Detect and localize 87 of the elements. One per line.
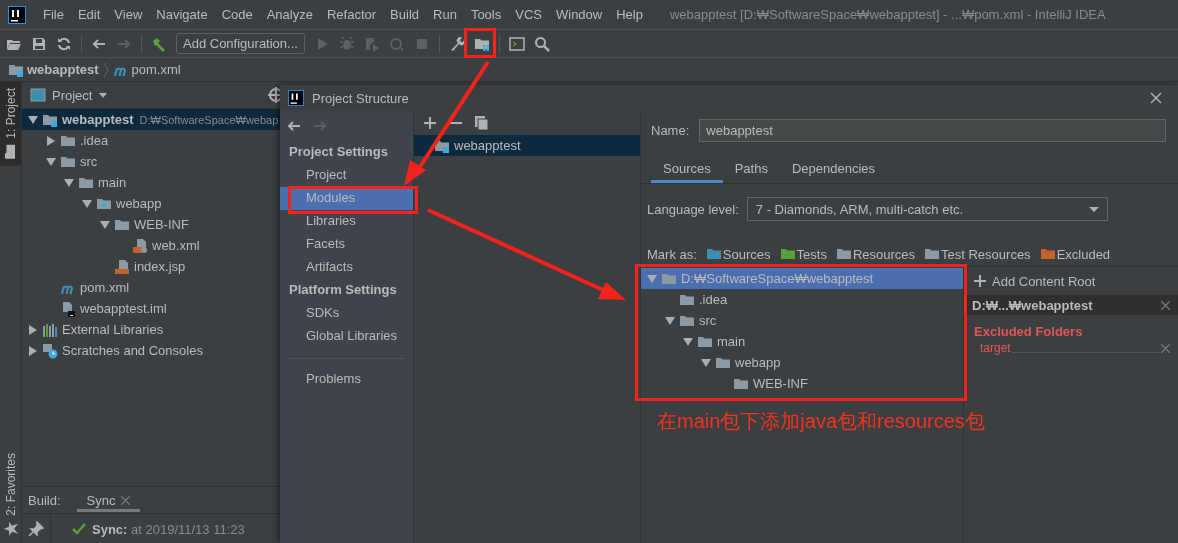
menu-item[interactable]: Navigate <box>149 7 215 22</box>
expand-arrow-icon[interactable] <box>28 114 38 125</box>
save-icon[interactable] <box>31 35 47 52</box>
menu-item[interactable]: Build <box>383 7 426 22</box>
check-icon <box>71 521 87 537</box>
annotation-text: 在main包下添加java包和resources包 <box>657 409 985 434</box>
menu-item[interactable]: View <box>107 7 150 22</box>
sync-tab[interactable]: Sync <box>76 488 141 512</box>
file-icon <box>114 258 130 275</box>
mark-as-button[interactable]: Sources <box>705 246 771 262</box>
caret-icon[interactable] <box>98 90 109 100</box>
close-icon[interactable] <box>1161 300 1170 310</box>
menu-item[interactable]: Code <box>214 7 260 22</box>
collapse-arrow-icon[interactable] <box>28 345 38 356</box>
expand-arrow-icon[interactable] <box>683 336 693 347</box>
highlight-frame <box>464 28 496 58</box>
tree-item[interactable]: WEB-INF <box>641 373 963 394</box>
tab[interactable]: Paths <box>722 155 780 183</box>
build-label: Build: <box>28 492 61 508</box>
favorites-tool-tab[interactable]: 2: Favorites <box>2 447 19 543</box>
copy-icon[interactable] <box>474 115 490 131</box>
dialog-title: Project Structure <box>312 90 409 106</box>
add-icon[interactable] <box>422 115 438 131</box>
sync-icon[interactable] <box>56 35 72 52</box>
build-icon[interactable] <box>151 35 167 52</box>
tree-item[interactable]: src <box>641 310 963 331</box>
breadcrumb[interactable]: webapptest <box>8 61 99 78</box>
window-title: webapptest [D:₩SoftwareSpace₩webapptest] - ...₩pom.xml - IntelliJ IDEA <box>669 7 1106 22</box>
content-root-path: D:₩...₩webapptest <box>972 297 1093 313</box>
expand-arrow-icon[interactable] <box>701 357 711 368</box>
menu-item[interactable]: Run <box>426 7 464 22</box>
expand-arrow-icon[interactable] <box>82 198 92 209</box>
mark-as-label: Mark as: <box>647 247 697 262</box>
expand-arrow-icon[interactable] <box>46 156 56 167</box>
add-configuration-button[interactable]: Add Configuration... <box>176 33 305 54</box>
tree-item[interactable]: main <box>641 331 963 352</box>
menu-item[interactable]: Window <box>548 7 610 22</box>
add-icon <box>972 273 988 289</box>
panel-title[interactable]: Project <box>52 87 93 103</box>
file-icon <box>60 300 76 317</box>
expand-arrow-icon[interactable] <box>100 219 110 230</box>
file-icon <box>132 237 148 254</box>
language-level-label: Language level: <box>647 201 739 217</box>
name-field[interactable]: webapptest <box>699 118 1166 142</box>
app-logo-icon <box>8 5 26 24</box>
menu-item[interactable]: VCS <box>508 7 549 22</box>
nav-item[interactable]: Problems <box>280 368 363 391</box>
expand-arrow-icon[interactable] <box>665 315 675 326</box>
terminal-icon[interactable] <box>508 35 525 52</box>
add-content-root-button[interactable]: Add Content Root <box>964 267 1178 295</box>
tab[interactable]: Dependencies <box>779 155 888 183</box>
chevron-icon <box>102 62 109 77</box>
mark-as-button[interactable]: Excluded <box>1039 246 1111 262</box>
language-level-dropdown[interactable]: 7 - Diamonds, ARM, multi-catch etc. <box>746 197 1108 221</box>
close-icon[interactable] <box>1148 90 1164 106</box>
caret-icon <box>1088 204 1099 214</box>
expand-arrow-icon[interactable] <box>64 177 74 188</box>
excluded-folder: target <box>980 341 1011 355</box>
mark-as-button[interactable]: Tests <box>779 246 827 262</box>
menu-item[interactable]: Analyze <box>259 7 320 22</box>
menu-item[interactable]: Help <box>609 7 650 22</box>
tree-item[interactable]: .idea <box>641 289 963 310</box>
menu-item[interactable]: Edit <box>70 7 108 22</box>
nav-heading: Platform Settings <box>288 281 398 299</box>
mark-as-button[interactable]: Resources <box>835 246 916 262</box>
pin-icon[interactable] <box>28 521 44 537</box>
menu-item[interactable]: File <box>36 7 71 22</box>
menu-item[interactable]: Tools <box>463 7 509 22</box>
scratches-icon <box>42 342 58 359</box>
nav-heading: Project Settings <box>288 143 389 161</box>
app-logo-icon <box>288 90 304 106</box>
star-icon <box>2 521 19 537</box>
libraries-icon <box>42 321 58 338</box>
sync-status: Sync: at 2019/11/13 11:23 <box>92 521 245 537</box>
excluded-heading: Excluded Folders <box>973 323 1084 341</box>
name-label: Name: <box>651 122 690 138</box>
menu-item[interactable]: Refactor <box>319 7 384 22</box>
mark-as-button[interactable]: Test Resources <box>924 246 1031 262</box>
tab[interactable]: Sources <box>651 155 723 183</box>
window-icon <box>30 87 46 103</box>
breadcrumb[interactable]: pom.xml <box>112 61 181 78</box>
tree-item[interactable]: webapp <box>641 352 963 373</box>
collapse-arrow-icon[interactable] <box>46 135 56 146</box>
project-tool-tab[interactable]: 1: Project <box>0 82 21 166</box>
collapse-arrow-icon[interactable] <box>28 324 38 335</box>
module-item[interactable]: webapptest <box>414 135 640 156</box>
search-icon[interactable] <box>533 35 550 52</box>
